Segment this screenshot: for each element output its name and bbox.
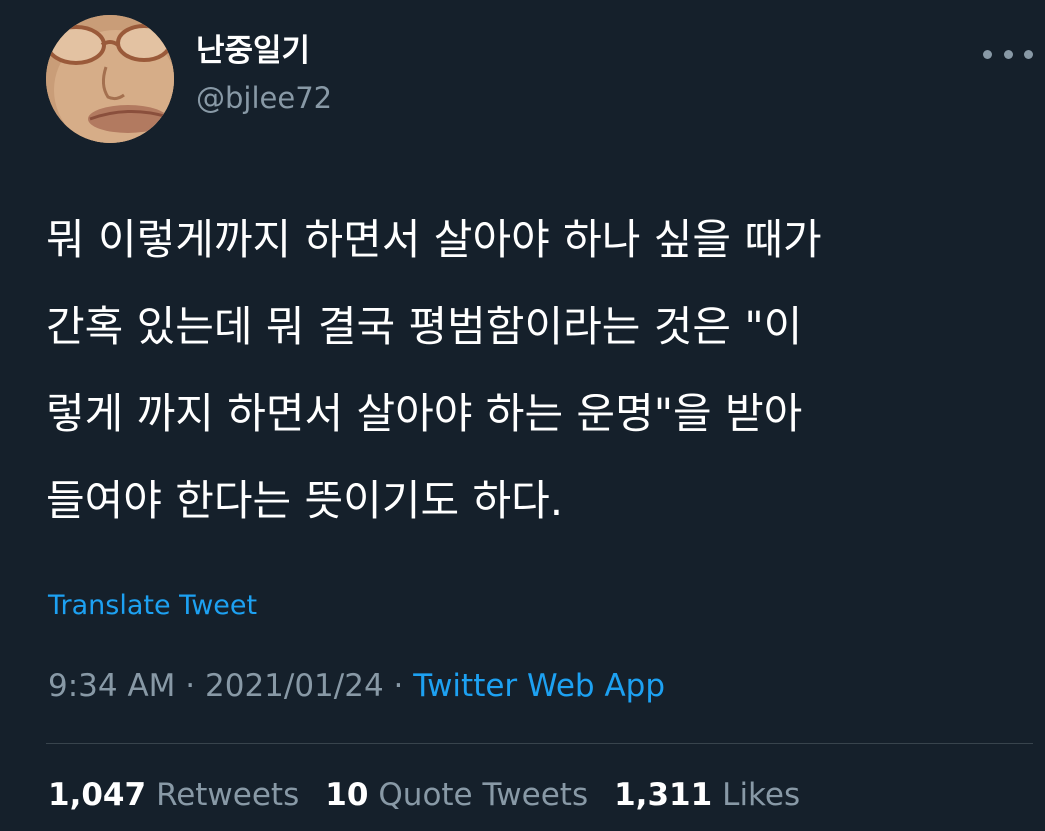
quote-tweets-count: 10 <box>325 777 369 813</box>
likes-label: Likes <box>722 777 801 813</box>
meta-separator: · <box>185 668 196 704</box>
retweets-count: 1,047 <box>48 777 147 813</box>
quote-tweets-label: Quote Tweets <box>378 777 589 813</box>
tweet-meta: 9:34 AM · 2021/01/24 · Twitter Web App <box>48 671 665 702</box>
dot <box>1024 49 1033 59</box>
tweet-date[interactable]: 2021/01/24 <box>205 668 384 704</box>
display-name[interactable]: 난중일기 <box>196 36 310 67</box>
tweet-time[interactable]: 9:34 AM <box>48 668 175 704</box>
retweets-stat[interactable]: 1,047 Retweets <box>48 780 299 811</box>
more-dots-icon[interactable] <box>983 40 1033 68</box>
likes-count: 1,311 <box>614 777 713 813</box>
tweet-line: 간혹 있는데 뭐 결국 평범함이라는 것은 "이 <box>46 302 803 351</box>
quote-tweets-stat[interactable]: 10 Quote Tweets <box>325 780 588 811</box>
dot <box>1003 49 1013 59</box>
tweet-line: 렇게 까지 하면서 살아야 하는 운명"을 받아 <box>46 389 803 438</box>
tweet-line: 들여야 한다는 뜻이기도 하다. <box>46 476 564 525</box>
avatar[interactable] <box>46 15 174 143</box>
translate-tweet-link[interactable]: Translate Tweet <box>48 592 257 619</box>
dot <box>983 49 992 59</box>
tweet-line: 뭐 이렇게까지 하면서 살아야 하나 싶을 때가 <box>46 215 822 264</box>
tweet-stats: 1,047 Retweets 10 Quote Tweets 1,311 Likes <box>48 780 800 811</box>
user-handle[interactable]: @bjlee72 <box>196 84 332 113</box>
retweets-label: Retweets <box>156 777 300 813</box>
tweet-text: 뭐 이렇게까지 하면서 살아야 하나 싶을 때가간혹 있는데 뭐 결국 평범함이… <box>46 196 1021 544</box>
avatar-photo <box>46 15 174 143</box>
meta-separator: · <box>393 668 404 704</box>
likes-stat[interactable]: 1,311 Likes <box>614 780 800 811</box>
divider <box>46 743 1033 744</box>
tweet-source-link[interactable]: Twitter Web App <box>413 668 665 704</box>
